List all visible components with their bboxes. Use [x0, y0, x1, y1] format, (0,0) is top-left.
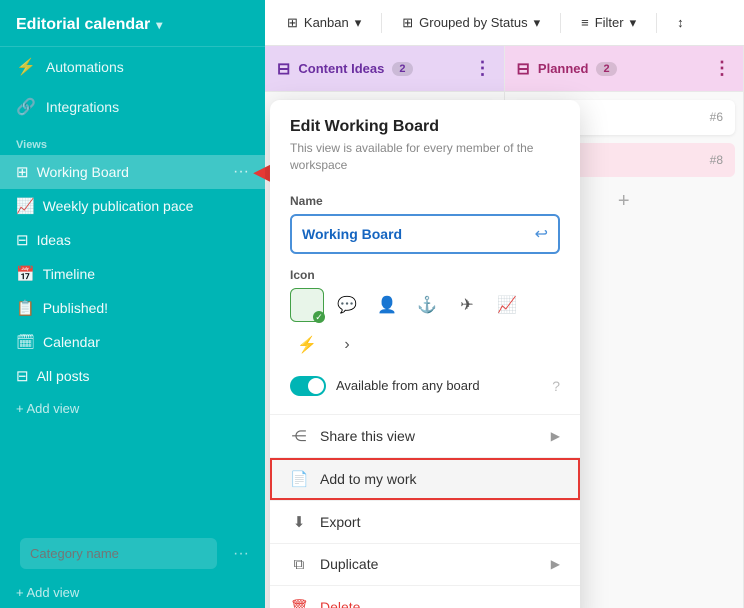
- sidebar-item-weekly[interactable]: 📈 Weekly publication pace: [0, 189, 265, 223]
- share-chevron-icon: ▶: [551, 429, 560, 443]
- bolt-icon: ⚡: [297, 335, 317, 355]
- list-icon: ⊟: [16, 367, 29, 385]
- sidebar-item-all-posts[interactable]: ⊟ All posts: [0, 359, 265, 393]
- modal-title: Edit Working Board: [290, 118, 560, 136]
- icon-section: Icon 💬 👤 ⚓: [290, 268, 560, 362]
- modal-body: Name ↩ Icon 💬 👤: [270, 180, 580, 414]
- add-view-button-1[interactable]: + Add view: [0, 393, 265, 424]
- icon-label: Icon: [290, 268, 560, 282]
- views-section-label: Views: [0, 127, 265, 155]
- trash-icon: 🗑: [290, 598, 308, 608]
- chart-line-icon: 📈: [497, 295, 517, 315]
- duplicate-menu-item[interactable]: ⧉ Duplicate ▶: [270, 544, 580, 585]
- input-check-icon[interactable]: ↩: [525, 216, 558, 252]
- name-input[interactable]: [292, 218, 525, 250]
- sidebar-view-label: Ideas: [37, 232, 71, 248]
- add-work-icon: 📄: [290, 470, 308, 488]
- export-label: Export: [320, 514, 360, 530]
- sidebar-view-label: Published!: [43, 300, 108, 316]
- sidebar-view-label: Working Board: [37, 164, 129, 180]
- automations-icon: ⚡: [16, 57, 36, 77]
- sidebar-header[interactable]: Editorial calendar ▾: [0, 0, 265, 47]
- add-view-2-label: + Add view: [16, 585, 79, 600]
- edit-working-board-modal: Edit Working Board This view is availabl…: [270, 100, 580, 608]
- icon-row: 💬 👤 ⚓ ✈ 📈: [290, 288, 560, 362]
- add-view-button-2[interactable]: + Add view: [0, 577, 265, 608]
- available-toggle-row: Available from any board ?: [290, 376, 560, 396]
- sidebar-item-timeline[interactable]: 📅 Timeline: [0, 257, 265, 291]
- delete-label: Delete: [320, 599, 360, 608]
- modal-overlay: Edit Working Board This view is availabl…: [265, 0, 744, 608]
- share-label: Share this view: [320, 428, 415, 444]
- sidebar-view-label: All posts: [37, 368, 90, 384]
- icon-btn-person[interactable]: 👤: [370, 288, 404, 322]
- available-label: Available from any board: [336, 378, 542, 393]
- icon-btn-anchor[interactable]: ⚓: [410, 288, 444, 322]
- sidebar-item-label: Integrations: [46, 99, 119, 115]
- share-icon: ⋲: [290, 427, 308, 445]
- grid-icon: ⊟: [16, 231, 29, 249]
- toggle-knob: [308, 378, 324, 394]
- help-icon[interactable]: ?: [552, 378, 560, 394]
- person-icon: 👤: [377, 295, 397, 315]
- sidebar-item-label: Automations: [46, 59, 124, 75]
- plane-icon: ✈: [460, 295, 473, 315]
- icon-btn-plane[interactable]: ✈: [450, 288, 484, 322]
- category-name-input[interactable]: [20, 538, 217, 569]
- chart-icon: 📈: [16, 197, 35, 215]
- sidebar: Editorial calendar ▾ ⚡ Automations 🔗 Int…: [0, 0, 265, 608]
- icon-btn-blank[interactable]: [290, 288, 324, 322]
- app-title: Editorial calendar: [16, 16, 150, 34]
- modal-header: Edit Working Board This view is availabl…: [270, 100, 580, 180]
- sidebar-item-automations[interactable]: ⚡ Automations: [0, 47, 265, 87]
- export-icon: ⬇: [290, 513, 308, 531]
- sidebar-view-label: Calendar: [43, 334, 100, 350]
- modal-subtitle: This view is available for every member …: [290, 140, 560, 174]
- icon-btn-more[interactable]: ›: [330, 328, 364, 362]
- more-icons-icon: ›: [344, 336, 349, 354]
- sidebar-item-integrations[interactable]: 🔗 Integrations: [0, 87, 265, 127]
- timeline-icon: 📅: [16, 265, 35, 283]
- category-dots-icon[interactable]: ···: [229, 541, 253, 567]
- add-to-work-label: Add to my work: [320, 471, 416, 487]
- board-icon: ⊞: [16, 163, 29, 181]
- sidebar-item-ideas[interactable]: ⊟ Ideas: [0, 223, 265, 257]
- sidebar-item-published[interactable]: 📋 Published!: [0, 291, 265, 325]
- more-options-icon[interactable]: ···: [233, 163, 249, 181]
- chevron-down-icon: ▾: [156, 18, 162, 32]
- main-content: ⊞ Kanban ▾ ⊞ Grouped by Status ▾ ≡ Filte…: [265, 0, 744, 608]
- name-input-row: ↩: [290, 214, 560, 254]
- anchor-icon: ⚓: [417, 295, 437, 315]
- sidebar-item-calendar[interactable]: 🗓 Calendar: [0, 325, 265, 359]
- icon-btn-chart[interactable]: 📈: [490, 288, 524, 322]
- sidebar-view-label: Weekly publication pace: [43, 198, 194, 214]
- comment-icon: 💬: [337, 295, 357, 315]
- share-view-menu-item[interactable]: ⋲ Share this view ▶: [270, 415, 580, 457]
- add-view-label: + Add view: [16, 401, 79, 416]
- duplicate-label: Duplicate: [320, 556, 378, 572]
- sidebar-item-working-board[interactable]: ⊞ Working Board ··· ◀: [0, 155, 265, 189]
- name-label: Name: [290, 194, 560, 208]
- export-menu-item[interactable]: ⬇ Export: [270, 501, 580, 543]
- calendar-icon: 🗓: [16, 333, 35, 351]
- icon-btn-bolt[interactable]: ⚡: [290, 328, 324, 362]
- duplicate-icon: ⧉: [290, 556, 308, 573]
- available-toggle[interactable]: [290, 376, 326, 396]
- delete-menu-item[interactable]: 🗑 Delete: [270, 586, 580, 608]
- integrations-icon: 🔗: [16, 97, 36, 117]
- duplicate-chevron-icon: ▶: [551, 557, 560, 571]
- published-icon: 📋: [16, 299, 35, 317]
- add-to-my-work-menu-item[interactable]: 📄 Add to my work: [270, 458, 580, 500]
- category-row: ···: [0, 530, 265, 577]
- sidebar-view-label: Timeline: [43, 266, 95, 282]
- icon-btn-comment[interactable]: 💬: [330, 288, 364, 322]
